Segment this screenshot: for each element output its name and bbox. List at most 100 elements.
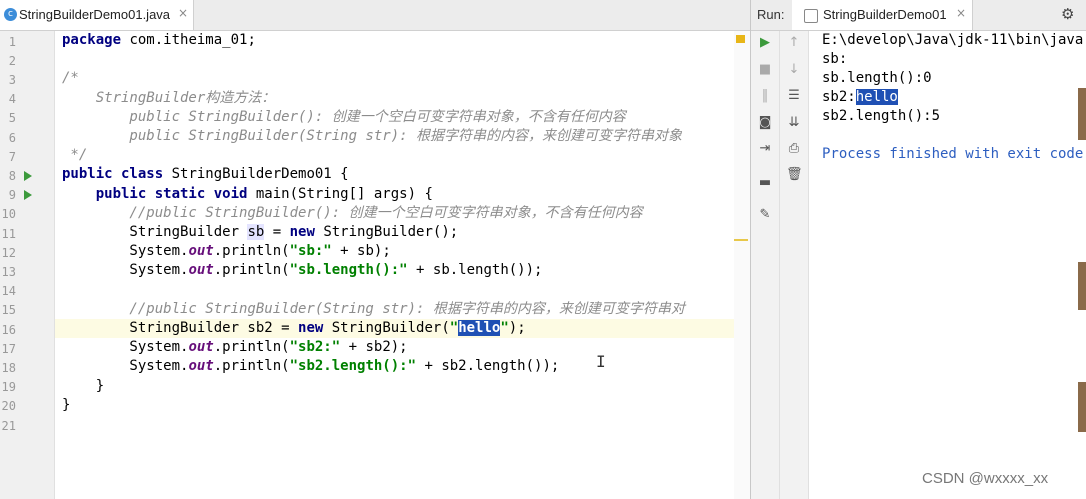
tab-stringbuilderdemo01-java[interactable]: c StringBuilderDemo01.java × — [0, 0, 194, 30]
warning-marker-icon[interactable] — [736, 35, 745, 43]
code-line-9: public static void main(String[] args) { — [62, 185, 433, 204]
run-label: Run: — [757, 7, 785, 22]
code-line-13: System.out.println("sb.length():" + sb.l… — [62, 261, 542, 280]
code-text: System. — [62, 339, 189, 355]
code-text: .println( — [213, 358, 290, 374]
string-quote: " — [449, 320, 459, 336]
code-text: .println( — [213, 262, 290, 278]
code-text: System. — [62, 243, 189, 259]
pause-icon[interactable]: ‖ — [757, 88, 773, 104]
code-text: StringBuilderDemo01 { — [163, 166, 349, 182]
line-number: 5 — [8, 111, 16, 125]
string-quote: " — [500, 320, 509, 336]
keyword: new — [298, 320, 324, 336]
line-number: 18 — [1, 361, 16, 375]
warning-line-marker[interactable] — [734, 239, 748, 241]
line-number: 1 — [8, 35, 16, 49]
rerun-icon[interactable]: ▶ — [757, 35, 773, 51]
field-out: out — [188, 358, 214, 374]
exit-icon[interactable]: ⇥ — [757, 141, 773, 157]
code-editor[interactable]: c StringBuilderDemo01.java × 1 2 3 4 5 6… — [0, 0, 750, 499]
keyword: public class — [62, 166, 164, 182]
line-number: 8 — [8, 169, 16, 183]
arrow-down-icon[interactable]: ↓ — [786, 62, 802, 78]
code-line-8: public class StringBuilderDemo01 { — [62, 165, 349, 184]
camera-icon[interactable]: ◙ — [757, 115, 773, 131]
line-number: 21 — [1, 419, 16, 433]
watermark: CSDN @wxxxx_xx — [922, 470, 1049, 487]
code-text: ); — [508, 320, 526, 336]
close-tab-icon[interactable]: × — [178, 6, 188, 20]
console-line: sb2:hello — [822, 88, 898, 107]
line-number: 19 — [1, 380, 16, 394]
code-line-19: } — [62, 378, 105, 394]
overlay-edge — [1078, 262, 1086, 310]
code-text: + sb.length()); — [407, 262, 543, 278]
scroll-to-end-icon[interactable]: ⇊ — [786, 115, 802, 131]
code-text: System. — [62, 358, 189, 374]
run-tab-label: StringBuilderDemo01 — [823, 7, 947, 22]
error-stripe[interactable] — [734, 31, 750, 499]
code-area[interactable]: package com.itheima_01; /* StringBuilder… — [62, 31, 742, 499]
java-class-icon: c — [4, 8, 17, 21]
run-toolbar-right: ↑ ↓ ☰ ⇊ ⎙ 🗑 — [780, 31, 809, 499]
text-cursor-icon: I — [596, 352, 606, 371]
tab-label: StringBuilderDemo01.java — [19, 7, 171, 22]
keyword: new — [289, 224, 315, 240]
overlay-edge — [1078, 382, 1086, 432]
process-finished-message: Process finished with exit code 0 — [822, 146, 1086, 162]
console-line: sb: — [822, 51, 848, 67]
line-number: 4 — [8, 92, 16, 106]
overlay-edge — [1078, 88, 1086, 140]
console-line: sb2.length():5 — [822, 108, 941, 124]
pin-icon[interactable]: ✎ — [757, 207, 773, 223]
code-line-16: StringBuilder sb2 = new StringBuilder("h… — [62, 319, 526, 338]
string-literal: "sb:" — [289, 243, 332, 259]
trash-icon[interactable]: 🗑 — [786, 167, 803, 183]
run-tab-stringbuilderdemo01[interactable]: StringBuilderDemo01 × — [792, 0, 973, 30]
code-text: System. — [62, 262, 189, 278]
code-line-17: System.out.println("sb2:" + sb2); — [62, 338, 408, 357]
run-toolbar-left: ▶ ■ ‖ ◙ ⇥ ▬ ✎ — [751, 31, 780, 499]
line-number: 16 — [1, 323, 16, 337]
code-text: + sb2.length()); — [416, 358, 560, 374]
arrow-up-icon[interactable]: ↑ — [786, 35, 802, 51]
keyword: public static void — [95, 186, 248, 202]
code-line-15: //public StringBuilder(String str): 根据字符… — [62, 301, 685, 317]
string-literal: "sb2.length():" — [289, 358, 417, 374]
code-text: .println( — [213, 243, 290, 259]
line-number: 15 — [1, 303, 16, 317]
line-number: 10 — [1, 207, 16, 221]
code-text: + sb2); — [340, 339, 408, 355]
code-line-12: System.out.println("sb:" + sb); — [62, 242, 390, 261]
code-line-5: public StringBuilder(): 创建一个空白可变字符串对象，不含… — [62, 109, 626, 125]
line-number: 3 — [8, 73, 16, 87]
keyword: package — [62, 32, 122, 48]
line-number: 11 — [1, 227, 16, 241]
variable-sb: sb — [247, 224, 265, 240]
field-out: out — [188, 262, 214, 278]
gear-icon[interactable]: ⚙ — [1061, 5, 1074, 23]
selected-text: hello — [855, 89, 898, 105]
line-number: 14 — [1, 284, 16, 298]
close-run-tab-icon[interactable]: × — [956, 6, 966, 20]
print-icon[interactable]: ⎙ — [786, 141, 802, 157]
code-line-11: StringBuilder sb = new StringBuilder(); — [62, 223, 458, 242]
run-class-icon[interactable] — [24, 171, 32, 181]
run-config-icon — [804, 9, 818, 23]
console-output[interactable]: E:\develop\Java\jdk-11\bin\java sb: sb.l… — [821, 31, 1086, 499]
code-text: StringBuilder( — [323, 320, 450, 336]
soft-wrap-icon[interactable]: ☰ — [786, 88, 802, 104]
code-line-7: */ — [62, 147, 88, 163]
line-number: 6 — [8, 131, 16, 145]
line-number: 17 — [1, 342, 16, 356]
string-literal: "sb2:" — [289, 339, 341, 355]
line-number: 2 — [8, 54, 16, 68]
run-main-icon[interactable] — [24, 190, 32, 200]
selected-text: hello — [458, 320, 501, 336]
stop-icon[interactable]: ■ — [757, 62, 773, 78]
code-text: StringBuilder — [62, 224, 248, 240]
line-number: 13 — [1, 265, 16, 279]
console-text: sb2: — [822, 89, 856, 105]
layout-icon[interactable]: ▬ — [757, 175, 773, 191]
